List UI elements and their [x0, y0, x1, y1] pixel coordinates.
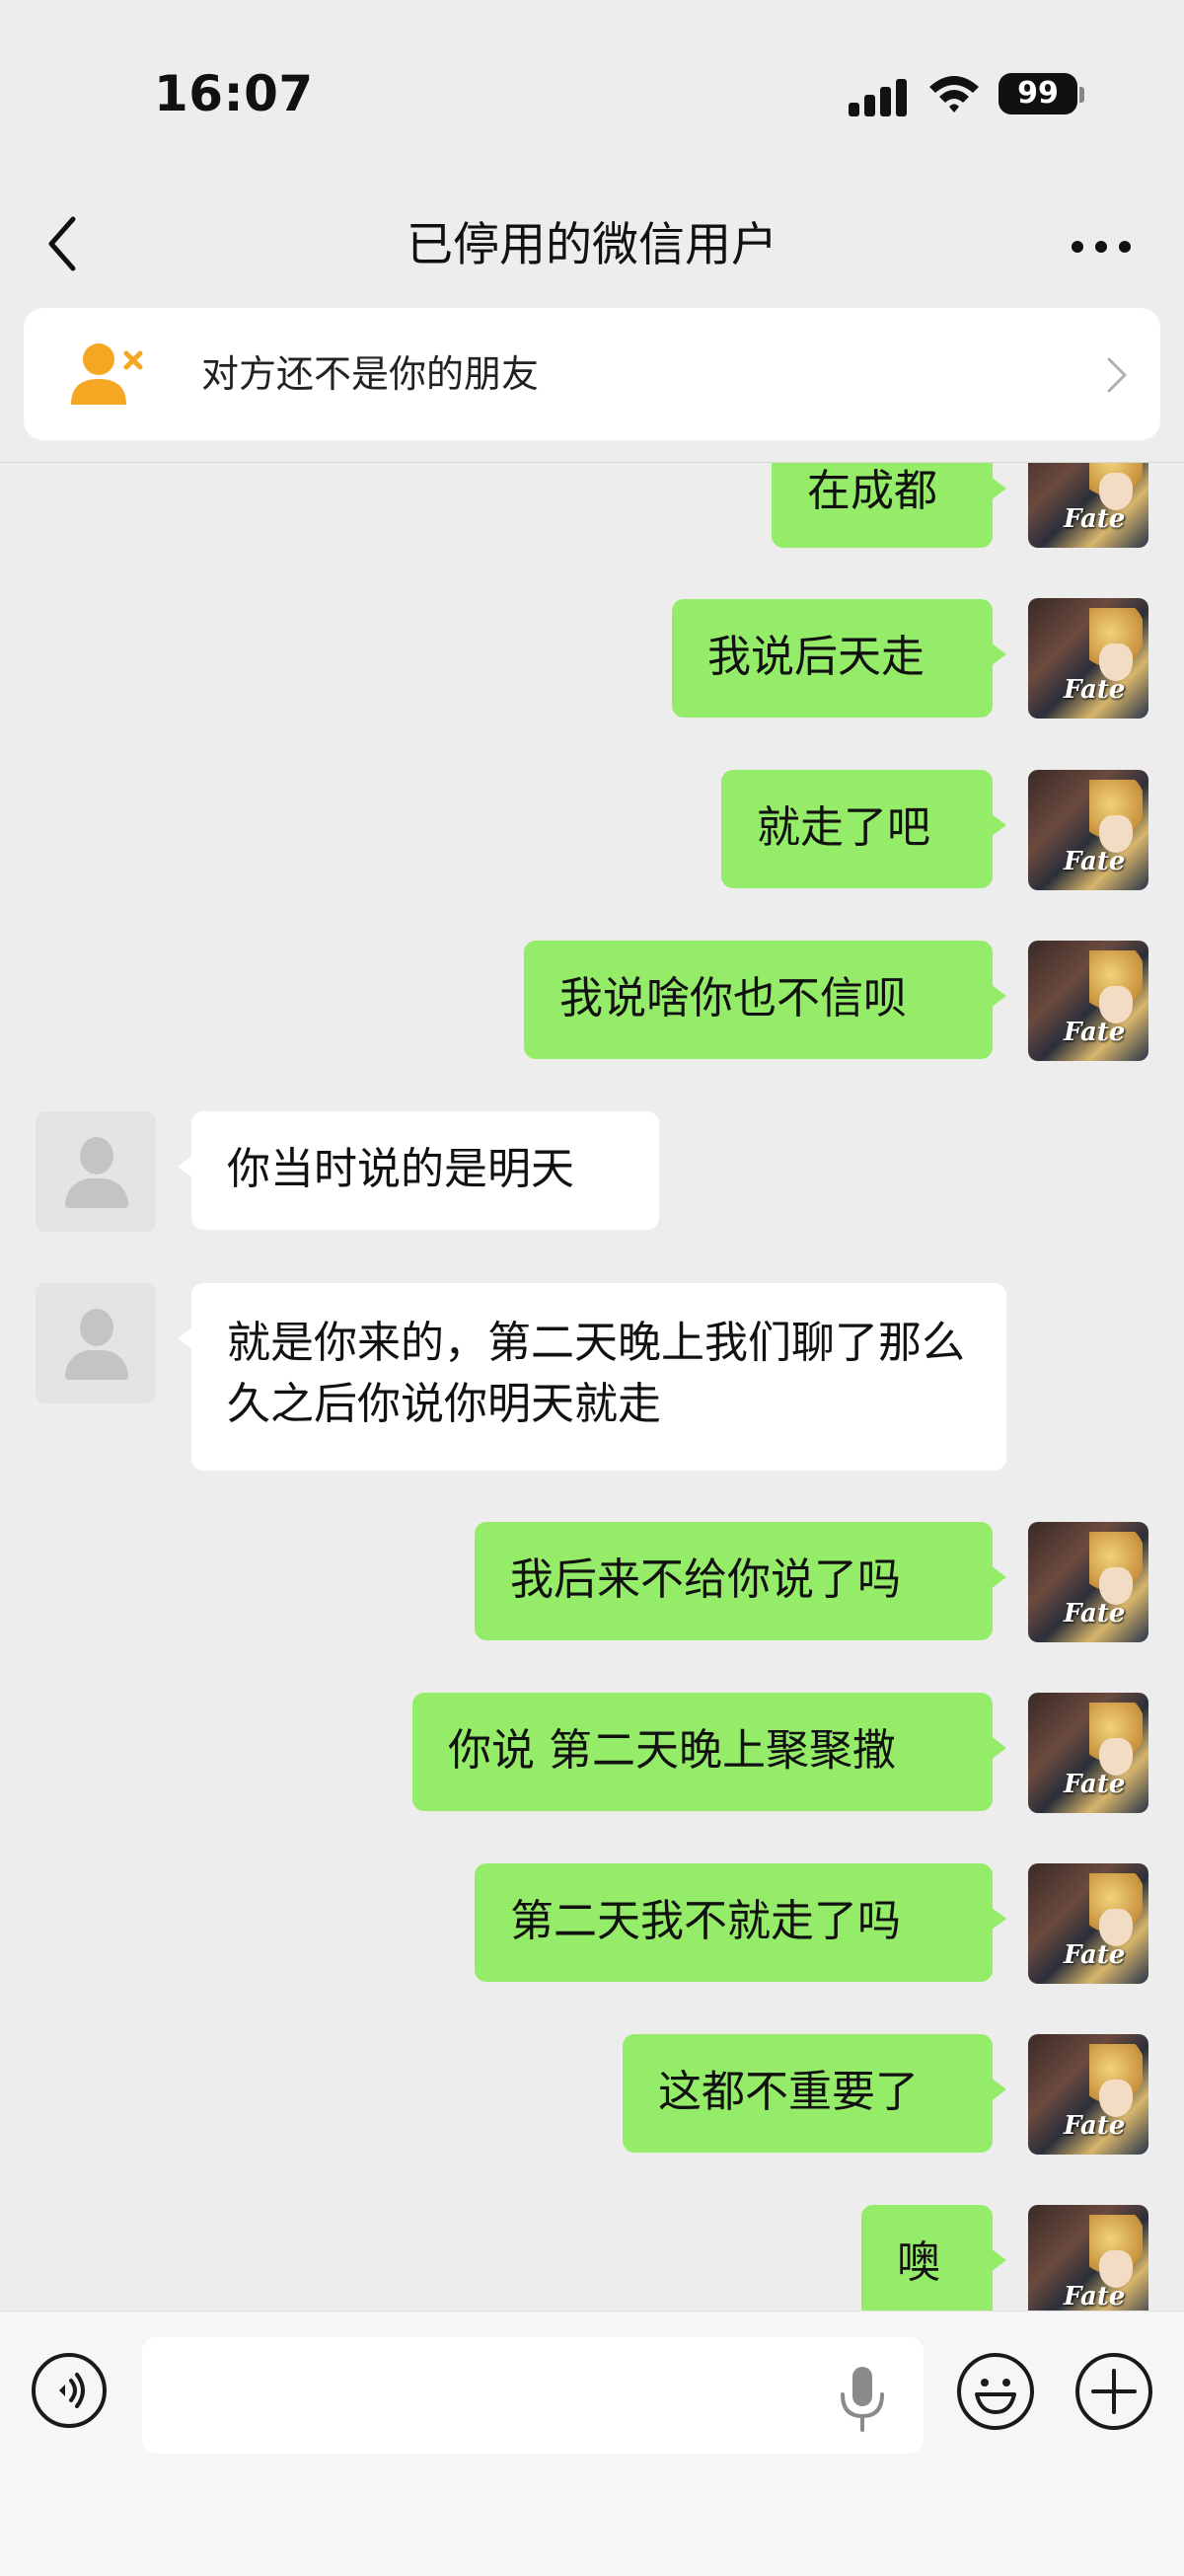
chat-area[interactable]: 在成都 Fate 我说后天走 Fate 就走了吧 Fate 我说啥你也不信呗 F…: [0, 463, 1184, 2311]
signal-icon: [849, 77, 908, 116]
sent-bubble[interactable]: 我后来不给你说了吗: [475, 1522, 1006, 1640]
self-avatar[interactable]: Fate: [1028, 770, 1148, 890]
self-avatar[interactable]: Fate: [1028, 1522, 1148, 1642]
sent-bubble[interactable]: 噢: [861, 2205, 1006, 2311]
input-bar: [0, 2311, 1184, 2576]
message-input[interactable]: [142, 2337, 924, 2454]
voice-icon[interactable]: [32, 2353, 107, 2428]
status-bar: 16:07 99: [0, 0, 1184, 188]
self-avatar[interactable]: Fate: [1028, 941, 1148, 1061]
sent-bubble[interactable]: 在成都: [772, 463, 1006, 548]
sent-bubble[interactable]: 我说啥你也不信呗: [524, 941, 1006, 1059]
page-title: 已停用的微信用户: [407, 218, 777, 272]
microphone-icon[interactable]: [833, 2365, 892, 2434]
self-avatar[interactable]: Fate: [1028, 1863, 1148, 1984]
person-remove-icon: [71, 343, 143, 405]
sent-bubble[interactable]: 我说后天走: [672, 599, 1006, 718]
not-friend-banner[interactable]: 对方还不是你的朋友: [24, 308, 1160, 440]
contact-avatar[interactable]: [36, 1111, 156, 1232]
nav-bar: 已停用的微信用户: [0, 188, 1184, 306]
not-friend-text: 对方还不是你的朋友: [201, 352, 540, 396]
sent-bubble[interactable]: 第二天我不就走了吗: [475, 1863, 1006, 1982]
received-bubble[interactable]: 你当时说的是明天: [178, 1111, 659, 1230]
plus-icon[interactable]: [1075, 2353, 1152, 2430]
chevron-right-icon: [1107, 357, 1127, 393]
emoji-icon[interactable]: [957, 2353, 1034, 2430]
status-time: 16:07: [154, 65, 314, 122]
sent-bubble[interactable]: 你说 第二天晚上聚聚撒: [412, 1693, 1006, 1811]
contact-avatar[interactable]: [36, 1283, 156, 1403]
more-dots-icon[interactable]: [1066, 217, 1145, 276]
self-avatar[interactable]: Fate: [1028, 463, 1148, 548]
battery-tip: [1079, 87, 1084, 103]
self-avatar[interactable]: Fate: [1028, 598, 1148, 719]
wifi-icon: [929, 76, 979, 113]
self-avatar[interactable]: Fate: [1028, 2205, 1148, 2311]
received-bubble[interactable]: 就是你来的，第二天晚上我们聊了那么久之后你说你明天就走: [178, 1283, 1006, 1471]
battery-indicator: 99: [999, 73, 1077, 114]
self-avatar[interactable]: Fate: [1028, 1693, 1148, 1813]
self-avatar[interactable]: Fate: [1028, 2034, 1148, 2155]
sent-bubble[interactable]: 就走了吧: [721, 770, 1006, 888]
sent-bubble[interactable]: 这都不重要了: [623, 2034, 1006, 2153]
